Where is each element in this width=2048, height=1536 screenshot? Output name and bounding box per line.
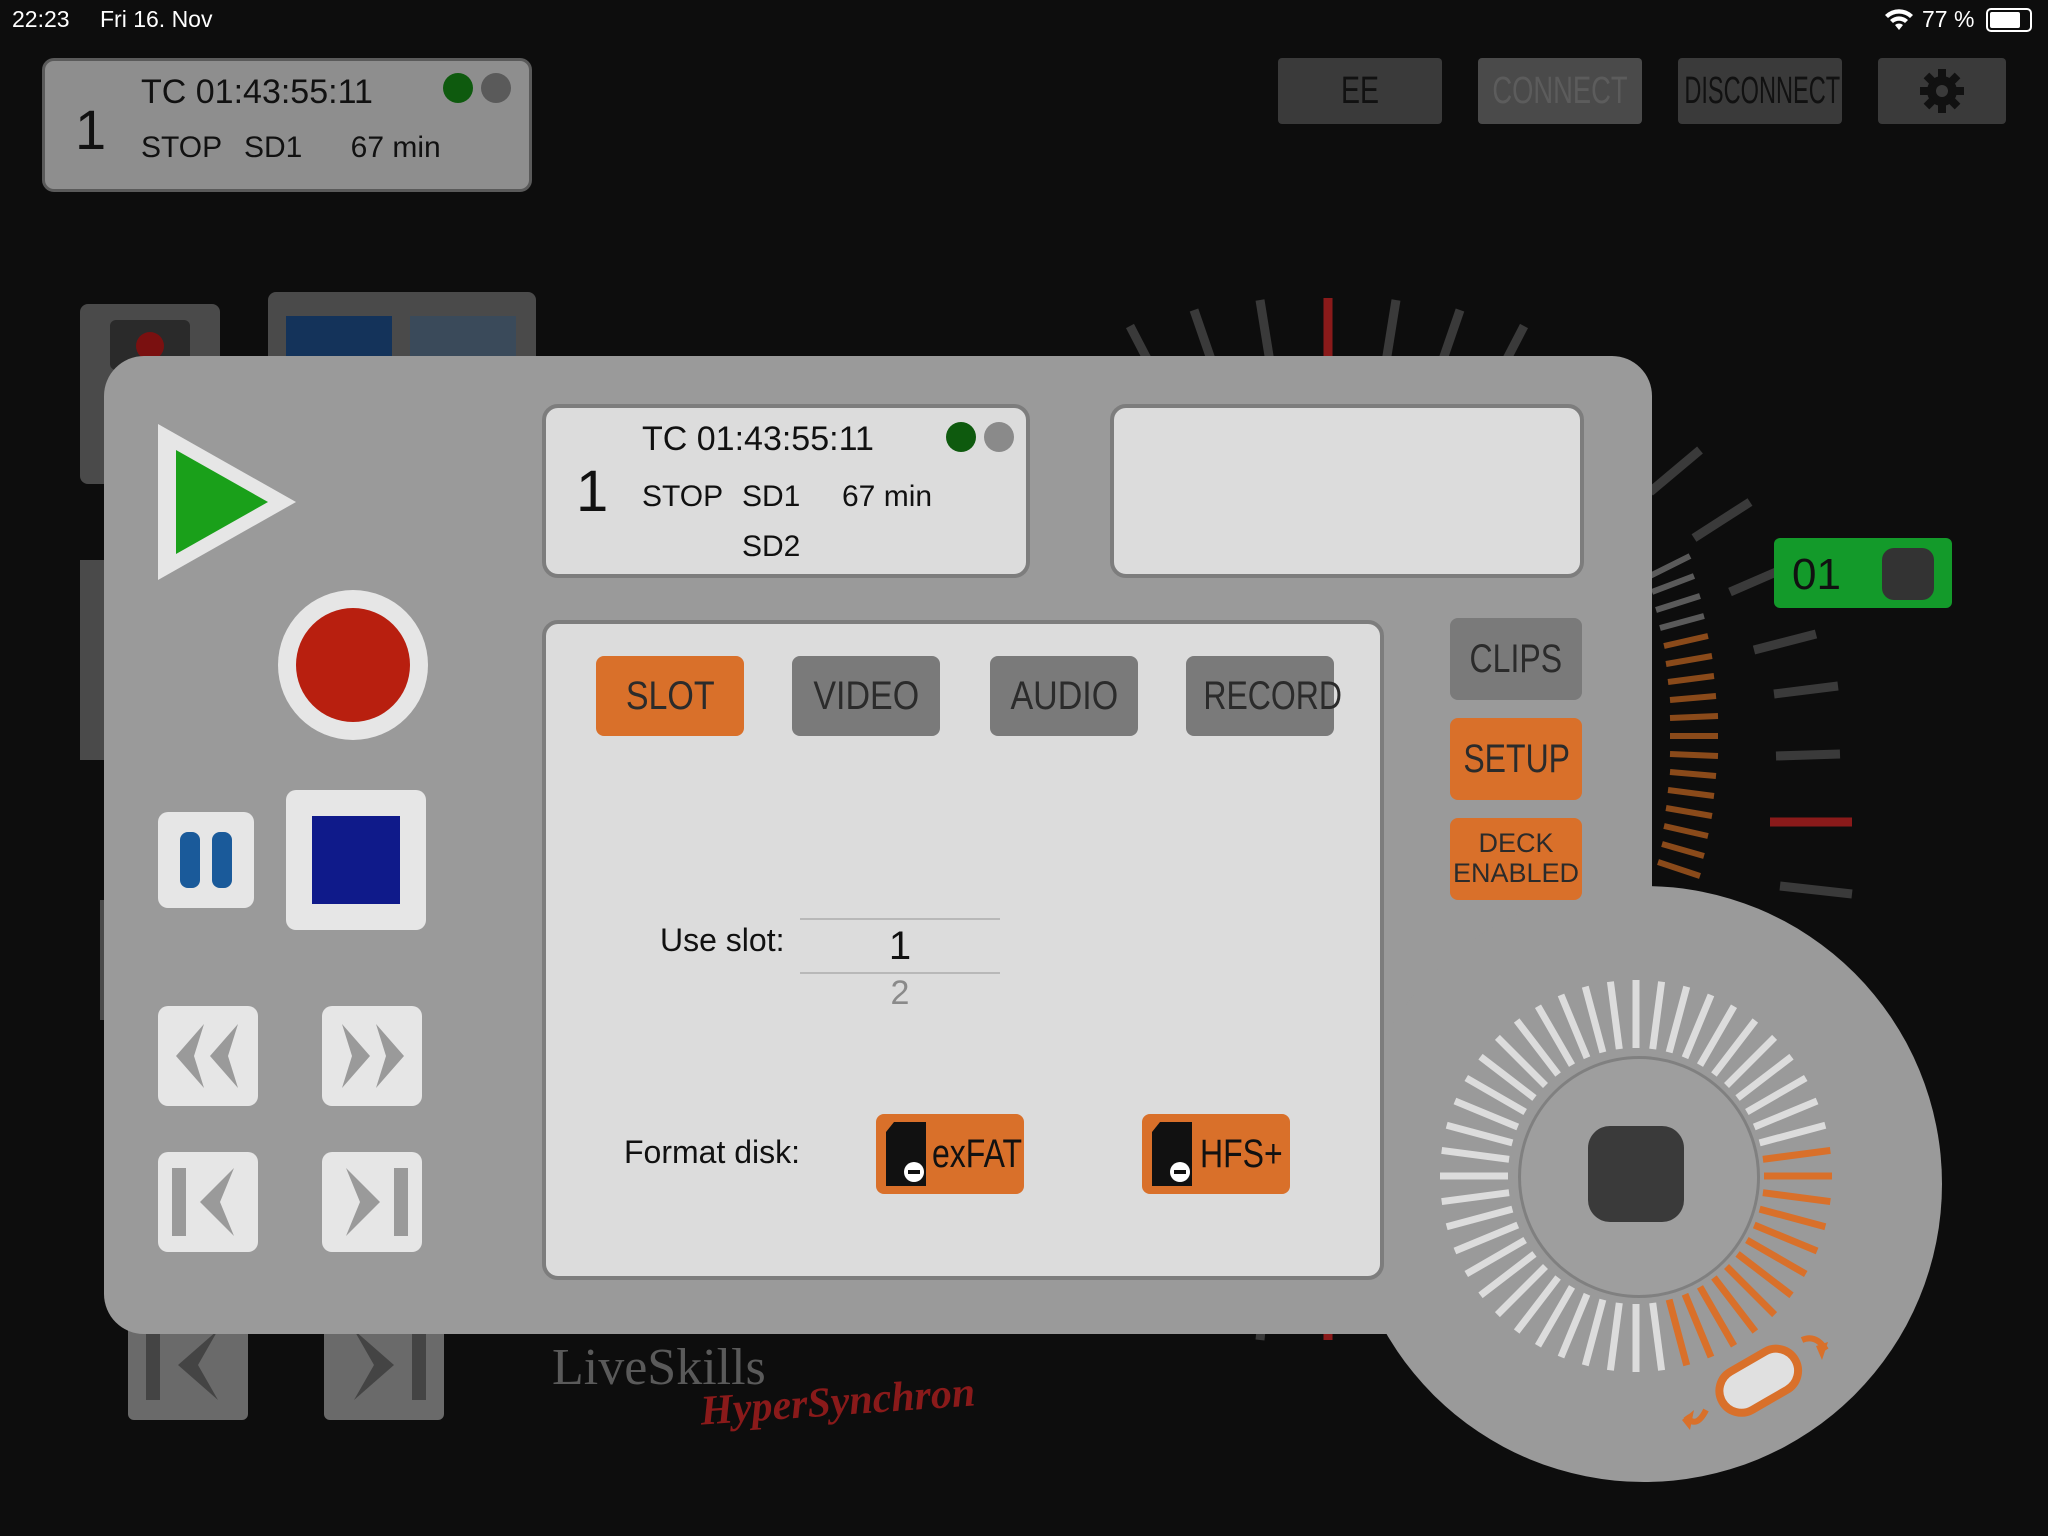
lcd-timecode: TC 01:43:55:11 bbox=[642, 420, 874, 458]
rewind-icon bbox=[176, 1024, 238, 1088]
jog-tick bbox=[1441, 1146, 1510, 1163]
pause-button[interactable] bbox=[158, 812, 254, 908]
connect-button[interactable]: CONNECT bbox=[1478, 58, 1642, 124]
deck-slot: SD1 bbox=[243, 131, 303, 164]
format-disk-label: Format disk: bbox=[624, 1134, 801, 1170]
channel-toggle[interactable] bbox=[1882, 548, 1934, 600]
battery-icon bbox=[1986, 8, 2032, 32]
tab-record[interactable]: RECORD bbox=[1186, 656, 1342, 736]
tab-slot[interactable]: SLOT bbox=[596, 656, 744, 736]
skip-forward-icon bbox=[346, 1168, 408, 1236]
jog-tick bbox=[1762, 1146, 1831, 1163]
deck-enabled-label-1: DECK bbox=[1478, 828, 1554, 858]
disconnect-button-label: DISCONNECT bbox=[1684, 70, 1841, 112]
jog-tick bbox=[1606, 1302, 1623, 1371]
lcd-led-green bbox=[946, 422, 976, 452]
lcd-deck-number: 1 bbox=[576, 459, 609, 524]
deck-timecode: TC 01:43:55:11 bbox=[141, 73, 373, 111]
jog-tick bbox=[1758, 1121, 1827, 1147]
tab-audio-label: AUDIO bbox=[1010, 674, 1118, 718]
sd-card-icon bbox=[1152, 1122, 1192, 1186]
skip-forward-button-hidden bbox=[324, 1320, 444, 1420]
channel-indicator[interactable]: 01 bbox=[1774, 538, 1952, 608]
pause-icon bbox=[180, 832, 232, 888]
fast-forward-icon bbox=[342, 1024, 404, 1088]
deck-state: STOP bbox=[141, 131, 222, 164]
setup-button-label: SETUP bbox=[1463, 737, 1571, 781]
settings-button[interactable] bbox=[1878, 58, 2006, 124]
status-led-green bbox=[443, 73, 473, 103]
jog-center-button[interactable] bbox=[1588, 1126, 1684, 1222]
lcd-slot: SD1 bbox=[742, 480, 801, 513]
stop-button[interactable] bbox=[286, 790, 426, 930]
deck-enabled-button[interactable]: DECK ENABLED bbox=[1450, 818, 1582, 900]
hfs-label: HFS+ bbox=[1200, 1132, 1283, 1176]
jog-tick bbox=[1758, 1205, 1827, 1231]
format-exfat-button[interactable]: exFAT bbox=[876, 1114, 1024, 1194]
fast-forward-button[interactable] bbox=[322, 1006, 422, 1106]
lcd-state: STOP bbox=[642, 480, 724, 513]
jog-tick bbox=[1762, 1189, 1831, 1206]
exfat-label: exFAT bbox=[932, 1132, 1023, 1176]
ee-button[interactable]: EE bbox=[1278, 58, 1442, 124]
deck-number: 1 bbox=[75, 98, 107, 161]
jog-tick bbox=[1665, 985, 1691, 1054]
status-bar: 22:23 Fri 16. Nov 77 % bbox=[0, 0, 2048, 40]
stop-icon bbox=[312, 816, 400, 904]
sd-card-icon bbox=[886, 1122, 926, 1186]
format-hfs-button[interactable]: HFS+ bbox=[1142, 1114, 1290, 1194]
slot-picker[interactable]: 1 bbox=[800, 918, 1000, 974]
status-time: 22:23 bbox=[12, 6, 70, 32]
slot-option-selected[interactable]: 1 bbox=[800, 920, 1000, 972]
tab-record-label: RECORD bbox=[1203, 674, 1343, 718]
battery-percent: 77 % bbox=[1922, 6, 1975, 32]
deck-enabled-label-2: ENABLED bbox=[1452, 858, 1580, 888]
jog-tick bbox=[1441, 1189, 1510, 1206]
jog-tick bbox=[1581, 1298, 1607, 1367]
deck-status-line: STOP SD1 67 min bbox=[141, 131, 441, 165]
use-slot-label: Use slot: bbox=[660, 922, 785, 958]
gear-icon bbox=[1920, 69, 1964, 113]
jog-tick bbox=[1445, 1121, 1514, 1147]
jog-tick bbox=[1606, 981, 1623, 1050]
connect-button-label: CONNECT bbox=[1492, 70, 1628, 112]
jog-tick bbox=[1445, 1205, 1514, 1231]
tab-slot-label: SLOT bbox=[625, 674, 715, 718]
tab-audio[interactable]: AUDIO bbox=[990, 656, 1138, 736]
lcd-led-grey bbox=[984, 422, 1014, 452]
deck-remaining: 67 min bbox=[350, 131, 441, 164]
rewind-button[interactable] bbox=[158, 1006, 258, 1106]
lcd-remaining: 67 min bbox=[842, 480, 933, 513]
tab-video[interactable]: VIDEO bbox=[792, 656, 940, 736]
clips-button-label: CLIPS bbox=[1469, 637, 1563, 681]
slot-option-2[interactable]: 2 bbox=[800, 974, 1000, 1013]
deck-status-box[interactable]: 1 TC 01:43:55:11 STOP SD1 67 min bbox=[42, 58, 532, 192]
hidden-left-edge bbox=[80, 560, 106, 760]
skip-back-icon bbox=[172, 1168, 234, 1236]
skip-forward-button[interactable] bbox=[322, 1152, 422, 1252]
skip-back-button-hidden bbox=[128, 1320, 248, 1420]
jog-tick bbox=[1649, 981, 1666, 1050]
setup-button[interactable]: SETUP bbox=[1450, 718, 1582, 800]
jog-tick bbox=[1581, 985, 1607, 1054]
lcd-slot2: SD2 bbox=[742, 530, 801, 563]
tab-video-label: VIDEO bbox=[813, 674, 919, 718]
disconnect-button[interactable]: DISCONNECT bbox=[1678, 58, 1842, 124]
setup-panel: SLOT VIDEO AUDIO RECORD Use slot: 1 2 Fo… bbox=[542, 620, 1384, 1280]
channel-number: 01 bbox=[1792, 550, 1841, 599]
jog-handle[interactable] bbox=[1676, 1320, 1836, 1440]
skip-back-button[interactable] bbox=[158, 1152, 258, 1252]
secondary-lcd bbox=[1110, 404, 1584, 578]
status-date: Fri 16. Nov bbox=[100, 6, 213, 32]
clips-button[interactable]: CLIPS bbox=[1450, 618, 1582, 700]
panel-lcd: 1 TC 01:43:55:11 STOP SD1 67 min SD2 bbox=[542, 404, 1030, 578]
status-led-grey bbox=[481, 73, 511, 103]
play-button[interactable] bbox=[156, 422, 298, 582]
record-icon bbox=[296, 608, 410, 722]
jog-tick bbox=[1649, 1302, 1666, 1371]
wifi-icon bbox=[1885, 9, 1913, 30]
ee-button-label: EE bbox=[1340, 70, 1380, 112]
record-button[interactable] bbox=[278, 590, 428, 740]
